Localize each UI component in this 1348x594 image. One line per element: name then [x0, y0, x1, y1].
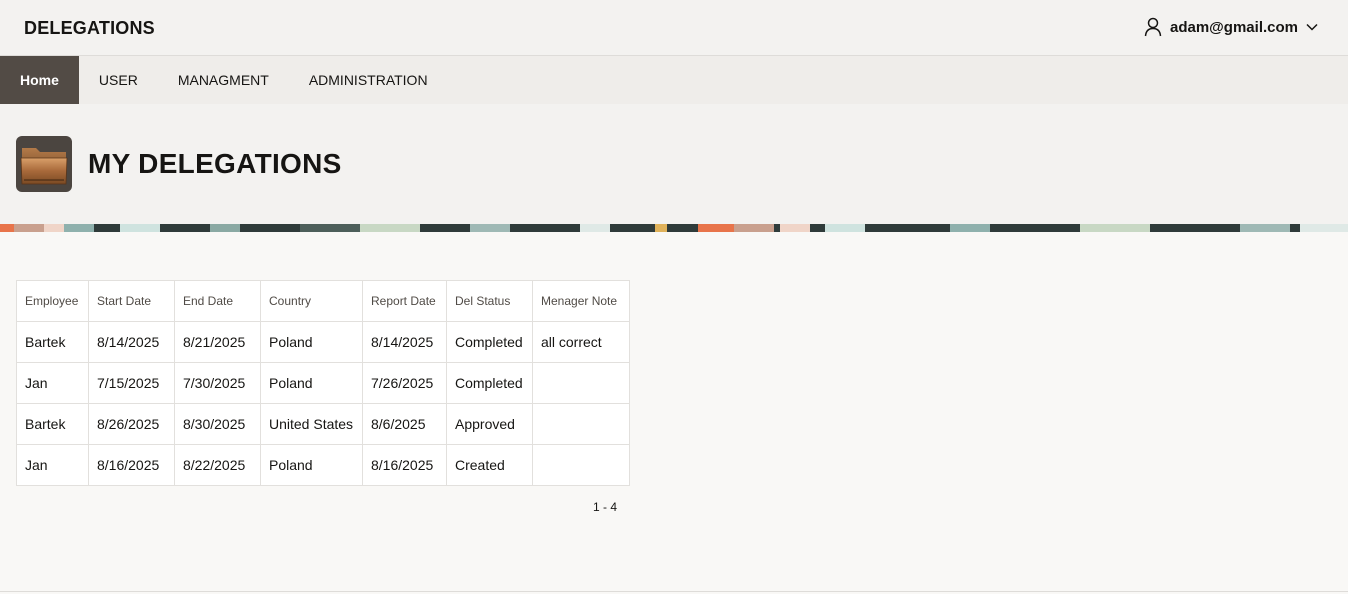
user-icon	[1144, 17, 1162, 37]
cell-report-date: 7/26/2025	[362, 362, 447, 404]
cell-menager-note	[532, 362, 630, 404]
column-header-report-date[interactable]: Report Date	[362, 280, 447, 322]
column-header-del-status[interactable]: Del Status	[446, 280, 533, 322]
nav-item-managment[interactable]: MANAGMENT	[158, 56, 289, 104]
cell-menager-note	[532, 444, 630, 486]
cell-del-status: Created	[446, 444, 533, 486]
column-header-employee[interactable]: Employee	[16, 280, 89, 322]
cell-end-date: 8/22/2025	[174, 444, 261, 486]
cell-employee: Jan	[16, 362, 89, 404]
chevron-down-icon	[1306, 23, 1318, 31]
pagination-range: 1 - 4	[593, 500, 618, 514]
table-row: Jan 7/15/2025 7/30/2025 Poland 7/26/2025…	[16, 362, 630, 404]
main-navigation: Home USER MANAGMENT ADMINISTRATION	[0, 56, 1348, 104]
cell-menager-note	[532, 403, 630, 445]
cell-country: Poland	[260, 444, 363, 486]
cell-start-date: 8/16/2025	[88, 444, 175, 486]
nav-item-home[interactable]: Home	[0, 56, 79, 104]
cell-report-date: 8/14/2025	[362, 321, 447, 363]
page-title: MY DELEGATIONS	[88, 148, 342, 179]
column-header-menager-note[interactable]: Menager Note	[532, 280, 630, 322]
cell-start-date: 8/26/2025	[88, 403, 175, 445]
decorative-banner	[0, 224, 1348, 232]
folder-icon	[16, 136, 72, 192]
app-header: DELEGATIONS adam@gmail.com	[0, 0, 1348, 56]
cell-country: Poland	[260, 321, 363, 363]
nav-item-user[interactable]: USER	[79, 56, 158, 104]
column-header-end-date[interactable]: End Date	[174, 280, 261, 322]
app-title[interactable]: DELEGATIONS	[24, 18, 155, 39]
table-row: Bartek 8/14/2025 8/21/2025 Poland 8/14/2…	[16, 321, 630, 363]
cell-start-date: 8/14/2025	[88, 321, 175, 363]
page-hero: MY DELEGATIONS	[0, 104, 1348, 224]
table-row: Bartek 8/26/2025 8/30/2025 United States…	[16, 403, 630, 445]
cell-del-status: Completed	[446, 362, 533, 404]
cell-employee: Bartek	[16, 403, 89, 445]
table-header-row: Employee Start Date End Date Country Rep…	[16, 280, 630, 322]
cell-employee: Jan	[16, 444, 89, 486]
column-header-start-date[interactable]: Start Date	[88, 280, 175, 322]
cell-employee: Bartek	[16, 321, 89, 363]
user-email: adam@gmail.com	[1170, 18, 1298, 36]
cell-start-date: 7/15/2025	[88, 362, 175, 404]
cell-del-status: Completed	[446, 321, 533, 363]
cell-country: United States	[260, 403, 363, 445]
cell-del-status: Approved	[446, 403, 533, 445]
cell-end-date: 8/30/2025	[174, 403, 261, 445]
cell-end-date: 7/30/2025	[174, 362, 261, 404]
delegations-report: Employee Start Date End Date Country Rep…	[16, 280, 630, 486]
footer-divider	[0, 591, 1348, 592]
cell-report-date: 8/16/2025	[362, 444, 447, 486]
delegations-table: Employee Start Date End Date Country Rep…	[16, 280, 630, 486]
user-menu[interactable]: adam@gmail.com	[1144, 17, 1318, 37]
table-row: Jan 8/16/2025 8/22/2025 Poland 8/16/2025…	[16, 444, 630, 486]
nav-item-administration[interactable]: ADMINISTRATION	[289, 56, 448, 104]
cell-report-date: 8/6/2025	[362, 403, 447, 445]
cell-country: Poland	[260, 362, 363, 404]
cell-end-date: 8/21/2025	[174, 321, 261, 363]
column-header-country[interactable]: Country	[260, 280, 363, 322]
cell-menager-note: all correct	[532, 321, 630, 363]
